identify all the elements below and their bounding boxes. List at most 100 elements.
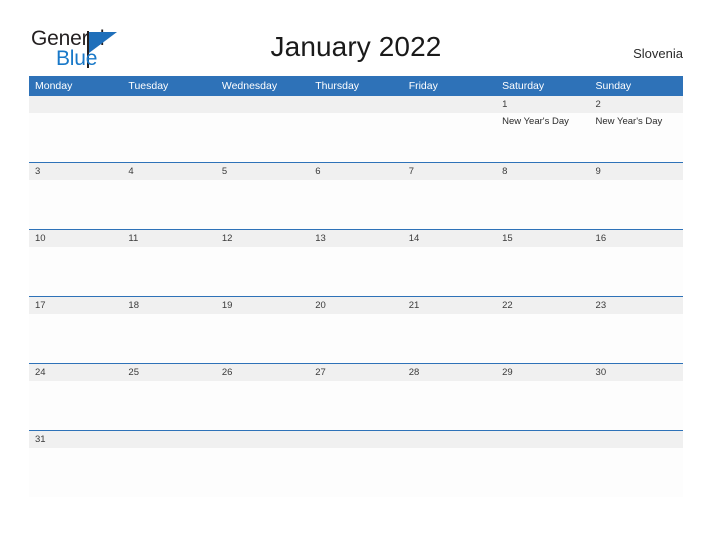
calendar-weeks: 1 2 New Year's Day New Year's Day 3 4 5 6 7 8 9 10 1… — [29, 96, 683, 497]
day-cell[interactable] — [309, 381, 402, 430]
weekday-header-thursday: Thursday — [315, 80, 360, 92]
day-number[interactable]: 7 — [403, 163, 496, 180]
day-number[interactable]: 12 — [216, 230, 309, 247]
day-number[interactable]: 16 — [590, 230, 683, 247]
day-cell[interactable] — [590, 314, 683, 363]
day-cell[interactable] — [403, 448, 496, 497]
day-number[interactable]: 11 — [122, 230, 215, 247]
day-number[interactable]: 15 — [496, 230, 589, 247]
day-cell[interactable] — [122, 180, 215, 229]
day-number[interactable]: 3 — [29, 163, 122, 180]
weekday-header-monday: Monday — [35, 80, 73, 92]
day-cell[interactable] — [403, 381, 496, 430]
day-number[interactable]: 31 — [29, 431, 122, 448]
day-cell[interactable] — [29, 448, 122, 497]
day-number[interactable]: 8 — [496, 163, 589, 180]
day-number[interactable]: 20 — [309, 297, 402, 314]
day-number[interactable]: 24 — [29, 364, 122, 381]
calendar-week-row: 10 11 12 13 14 15 16 — [29, 229, 683, 296]
day-number[interactable]: 2 — [590, 96, 683, 113]
day-number[interactable]: 5 — [216, 163, 309, 180]
day-cell[interactable] — [122, 314, 215, 363]
day-cell[interactable] — [122, 247, 215, 296]
day-number[interactable]: 30 — [590, 364, 683, 381]
holiday-label: New Year's Day — [595, 116, 663, 127]
day-cell[interactable] — [216, 247, 309, 296]
country-label: Slovenia — [633, 46, 683, 61]
calendar-week-row: 31 — [29, 430, 683, 497]
day-cell[interactable]: New Year's Day — [496, 113, 589, 162]
day-number[interactable]: 23 — [590, 297, 683, 314]
day-number[interactable]: 1 — [496, 96, 589, 113]
day-cell[interactable] — [590, 180, 683, 229]
day-cell[interactable] — [403, 247, 496, 296]
day-cell[interactable] — [403, 113, 496, 162]
day-cell[interactable] — [590, 448, 683, 497]
day-cell[interactable] — [216, 381, 309, 430]
day-number[interactable]: 26 — [216, 364, 309, 381]
day-number[interactable]: 6 — [309, 163, 402, 180]
day-cell[interactable] — [309, 180, 402, 229]
day-number-band: 31 — [29, 431, 683, 448]
calendar-page: General Blue January 2022 Slovenia Monda… — [0, 0, 712, 550]
calendar-week-row: 24 25 26 27 28 29 30 — [29, 363, 683, 430]
day-cell[interactable] — [496, 314, 589, 363]
weekday-header-row: Monday Tuesday Wednesday Thursday Friday Satu… — [29, 76, 683, 96]
day-cell[interactable] — [309, 448, 402, 497]
day-number-empty — [309, 96, 402, 113]
day-cell[interactable] — [29, 247, 122, 296]
day-cell[interactable] — [29, 381, 122, 430]
day-cell[interactable] — [122, 448, 215, 497]
day-number[interactable]: 27 — [309, 364, 402, 381]
day-cell[interactable] — [496, 448, 589, 497]
day-number[interactable]: 10 — [29, 230, 122, 247]
day-number[interactable]: 22 — [496, 297, 589, 314]
day-number[interactable]: 4 — [122, 163, 215, 180]
day-cell[interactable] — [216, 113, 309, 162]
day-number[interactable]: 19 — [216, 297, 309, 314]
day-cell[interactable] — [29, 180, 122, 229]
day-number-empty — [309, 431, 402, 448]
day-number[interactable]: 17 — [29, 297, 122, 314]
day-cell[interactable] — [590, 247, 683, 296]
day-cell[interactable] — [496, 180, 589, 229]
day-cell[interactable] — [309, 247, 402, 296]
day-cell[interactable] — [403, 314, 496, 363]
day-number[interactable]: 14 — [403, 230, 496, 247]
calendar-week-row: 17 18 19 20 21 22 23 — [29, 296, 683, 363]
day-cell[interactable] — [216, 180, 309, 229]
day-number[interactable]: 28 — [403, 364, 496, 381]
day-event-band — [29, 314, 683, 363]
calendar-grid: Monday Tuesday Wednesday Thursday Friday Satu… — [29, 76, 683, 497]
day-number[interactable]: 13 — [309, 230, 402, 247]
day-cell[interactable] — [590, 381, 683, 430]
day-number-band: 17 18 19 20 21 22 23 — [29, 297, 683, 314]
day-event-band — [29, 247, 683, 296]
day-number[interactable]: 18 — [122, 297, 215, 314]
day-number[interactable]: 25 — [122, 364, 215, 381]
day-number-empty — [122, 96, 215, 113]
day-cell[interactable] — [496, 381, 589, 430]
day-number-empty — [403, 96, 496, 113]
day-cell[interactable] — [122, 113, 215, 162]
page-header: General Blue January 2022 Slovenia — [0, 0, 712, 76]
day-number[interactable]: 29 — [496, 364, 589, 381]
day-cell[interactable] — [403, 180, 496, 229]
day-number-empty — [122, 431, 215, 448]
day-cell[interactable] — [29, 314, 122, 363]
day-number[interactable]: 9 — [590, 163, 683, 180]
day-cell[interactable]: New Year's Day — [590, 113, 683, 162]
day-number-empty — [496, 431, 589, 448]
day-cell[interactable] — [496, 247, 589, 296]
day-number-empty — [403, 431, 496, 448]
day-number-empty — [29, 96, 122, 113]
weekday-header-friday: Friday — [408, 80, 438, 92]
day-cell[interactable] — [216, 314, 309, 363]
day-cell[interactable] — [29, 113, 122, 162]
day-cell[interactable] — [122, 381, 215, 430]
day-event-band — [29, 180, 683, 229]
day-cell[interactable] — [216, 448, 309, 497]
day-number[interactable]: 21 — [403, 297, 496, 314]
day-cell[interactable] — [309, 314, 402, 363]
day-cell[interactable] — [309, 113, 402, 162]
